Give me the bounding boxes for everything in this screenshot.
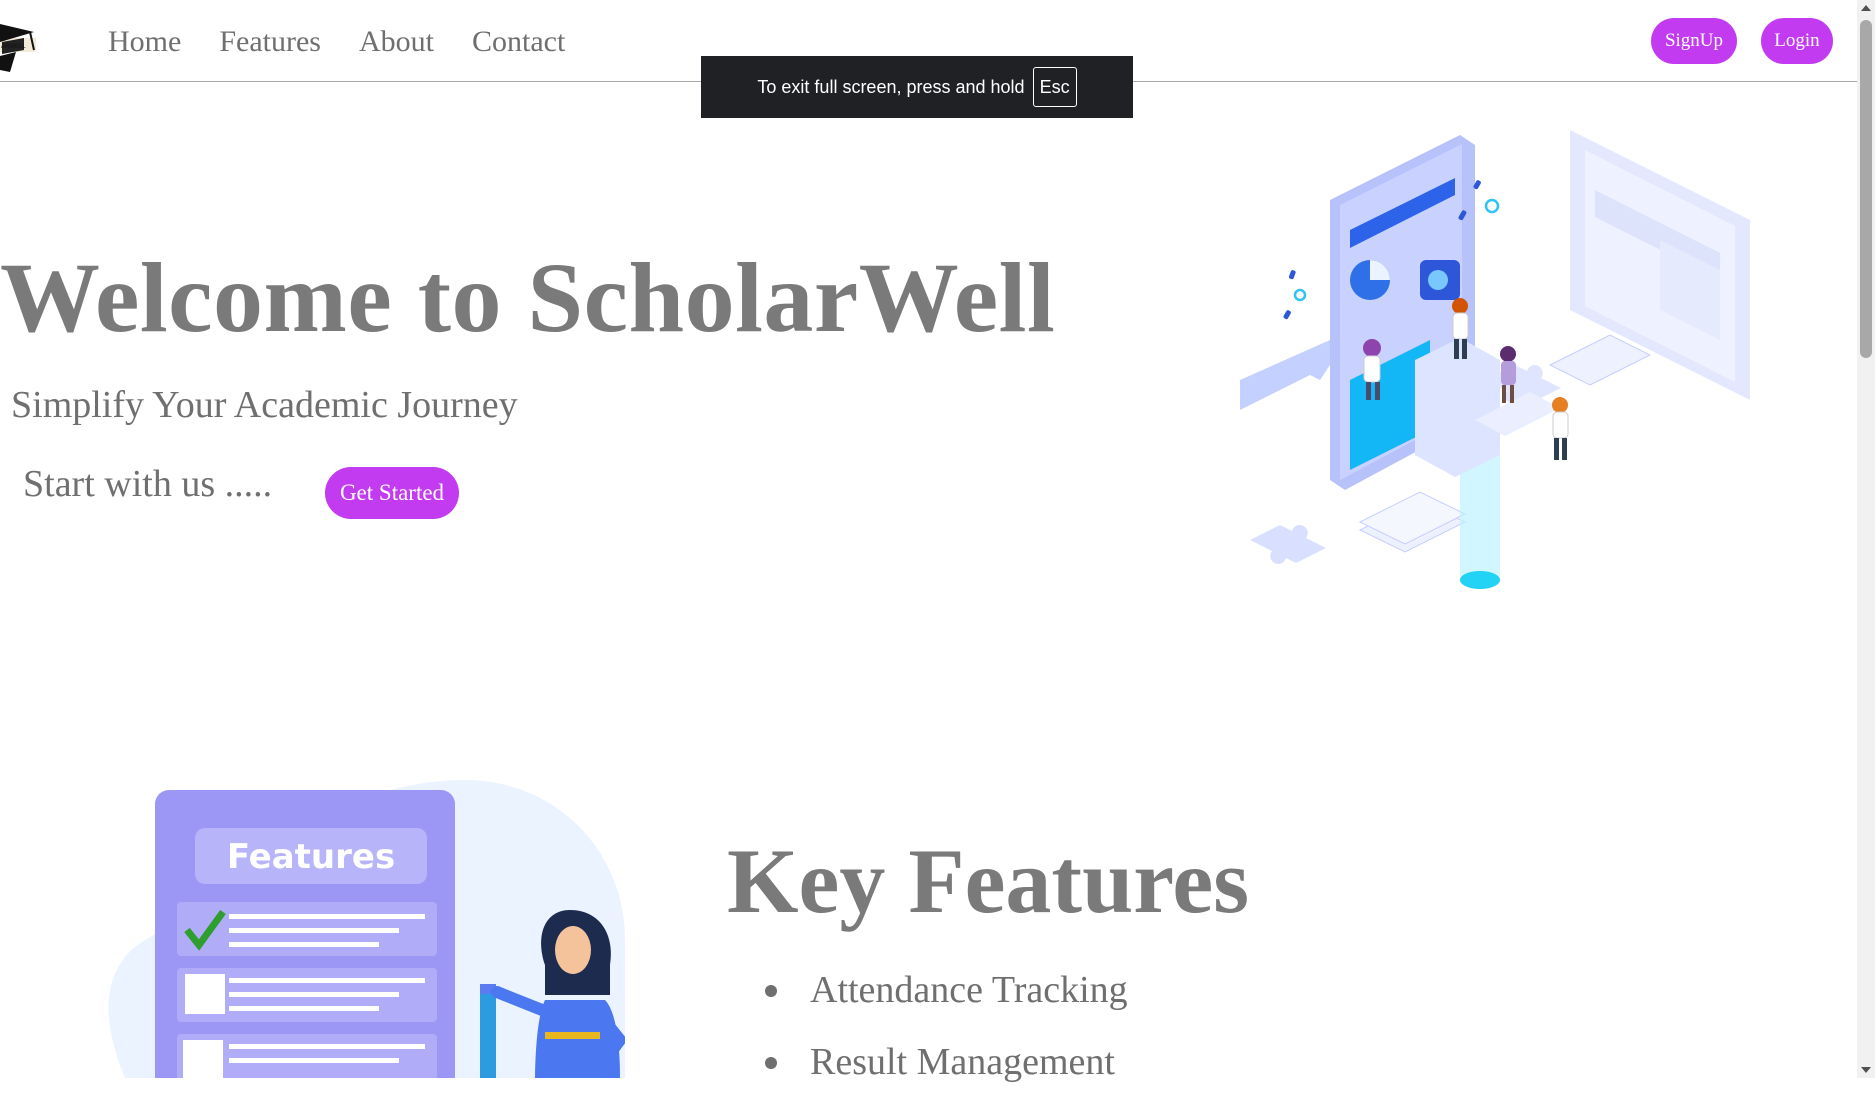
key-features-list: Attendance Tracking Result Management [765,968,1128,1112]
feature-label: Result Management [810,1041,1115,1083]
nav-contact-link[interactable]: Contact [472,22,565,62]
puzzle-piece-shape [1250,525,1326,564]
speech-bubble-shape [1240,340,1330,410]
features-card-label: Features [227,837,395,877]
fullscreen-exit-notice: To exit full screen, press and hold Esc [701,56,1133,118]
feature-list-item: Result Management [765,1040,1128,1112]
bullet-icon [765,985,777,997]
hero-start-text: Start with us ..... [23,463,273,505]
features-illustration: Features [108,780,625,1078]
empty-checkbox-icon [183,1040,223,1078]
nav-about-link[interactable]: About [359,22,434,62]
scrollbar-thumb[interactable] [1860,20,1872,358]
hero-title: Welcome to ScholarWell [0,242,1056,353]
empty-checkbox-icon [185,974,225,1014]
scroll-down-arrow-icon[interactable] [1861,1067,1871,1073]
person-figure [1552,397,1569,460]
key-features-title: Key Features [727,830,1250,932]
login-button[interactable]: Login [1761,18,1833,64]
hero-illustration-isometric-phone [1240,130,1750,589]
feature-label: Attendance Tracking [810,969,1128,1011]
feature-list-item: Attendance Tracking [765,968,1128,1040]
get-started-button[interactable]: Get Started [325,467,459,519]
svg-text:ARWELL: ARWELL [1,44,26,50]
main-nav: Home Features About Contact [108,22,603,62]
nav-features-link[interactable]: Features [219,22,321,62]
page-scrollbar[interactable] [1857,0,1875,1078]
esc-key-badge: Esc [1032,67,1077,107]
bullet-icon [765,1057,777,1069]
scroll-up-arrow-icon[interactable] [1861,5,1871,11]
signup-button[interactable]: SignUp [1651,18,1737,64]
fullscreen-notice-text: To exit full screen, press and hold [757,76,1025,97]
logo-graduation-cap-icon[interactable]: ARWELL [0,10,50,72]
hero-subtitle: Simplify Your Academic Journey [11,384,518,426]
nav-home-link[interactable]: Home [108,22,181,62]
